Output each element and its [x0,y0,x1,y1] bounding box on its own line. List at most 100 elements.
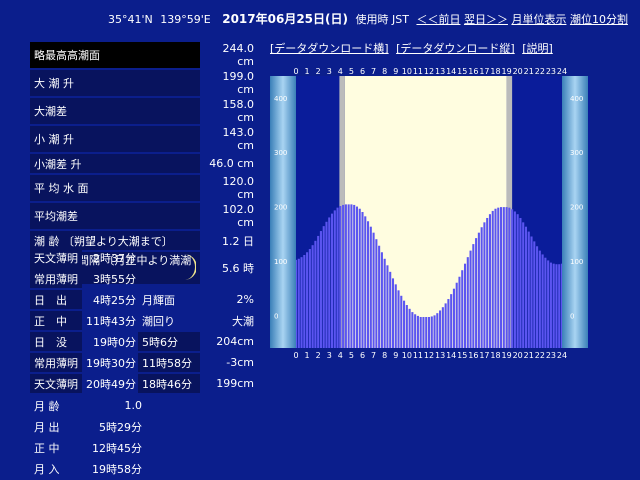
x-tick-label: 16 [468,351,478,360]
tide-bar [477,232,480,348]
tide-10div-link[interactable]: 潮位10分割 [570,13,628,26]
tide-event-row: 18時46分 199cm [138,374,258,393]
tide-bar [463,263,467,348]
tide-bar [422,316,425,348]
x-tick-label: 6 [360,67,365,76]
tide-info-label: 小潮差 升 [30,154,200,173]
tide-info-label: 略最高高潮面 [30,42,200,68]
sun-time-row: 常用薄明 19時30分 [30,353,140,372]
tide-bar [472,244,475,348]
tide-bar [347,204,350,348]
y-tick-label: 0 [570,312,574,320]
download-horizontal-link[interactable]: [データダウンロード横] [270,42,389,55]
prev-day-link[interactable]: ＜＜前日 [416,13,460,26]
y-tick-label: 100 [570,258,583,266]
tide-bar [516,214,519,348]
sun-time-value: 19時0分 [93,335,136,349]
x-tick-label: 8 [382,67,387,76]
tide-bar [353,204,356,348]
tide-bar [480,227,483,348]
x-tick-label: 18 [490,351,500,360]
sun-time-value: 11時43分 [86,314,136,328]
tide-bar [367,221,370,348]
download-vertical-link[interactable]: [データダウンロード縦] [396,42,515,55]
header-bar: 35°41'N 139°59'E 2017年06月25日(日) 使用時 JST … [108,10,628,27]
x-tick-label: 7 [371,351,376,360]
tide-bar [441,307,444,348]
x-tick-label: 23 [546,351,556,360]
tide-event-level: 204cm [216,335,254,348]
y-tick-label: 200 [570,204,583,212]
tide-event-time: 18時46分 [138,374,200,393]
tide-bar [433,315,436,348]
tide-info-row: 平均潮差 102.0 cm [30,203,260,229]
tide-info-value: 199.0 cm [222,70,255,96]
tide-bar [380,252,383,348]
monthly-view-link[interactable]: 月単位表示 [511,13,566,26]
moon-time-label: 正 中 [34,441,60,455]
date-title: 2017年06月25日(日) [222,12,348,26]
moon-time-row: 月 齢 1.0 [30,396,146,415]
tide-bar [361,212,364,348]
tide-bar [491,210,494,348]
tide-bar [328,217,331,348]
sun-time-label: 常用薄明 [30,269,82,288]
tide-bar [378,245,381,348]
tide-bar [308,248,311,348]
tide-bar [355,206,358,348]
tide-event-level: 199cm [216,377,254,390]
tide-chart: 400 400300 300200 200100 1000 0 0 1 2 3 4 5 6 7 8 9 10 1… [270,64,590,360]
tide-bar [336,207,339,348]
sun-time-value: 2時37分 [93,251,136,265]
y-tick-label: 200 [274,204,287,212]
tide-bar [303,254,306,348]
y-tick-label: 300 [570,149,583,157]
y-tick-label: 100 [274,258,287,266]
x-tick-label: 13 [435,351,445,360]
tide-bar [372,232,375,348]
tide-bar [317,235,320,348]
tide-bar [447,299,450,348]
left-scale [270,76,296,348]
tide-info-value: 143.0 cm [222,126,255,152]
tide-bar [397,290,400,348]
tide-info-value: 1.2 日 [222,234,254,248]
x-tick-label: 9 [393,351,398,360]
tide-bar [350,204,353,348]
tide-bar [430,316,433,348]
latitude: 35°41'N [108,13,153,26]
x-tick-label: 16 [468,67,478,76]
tide-bar [408,308,411,348]
moon-time-label: 月 出 [34,420,60,434]
tide-info-label: 小 潮 升 [30,126,200,152]
x-tick-label: 21 [524,67,534,76]
x-tick-label: 2 [316,67,321,76]
y-tick-label: 300 [274,149,287,157]
tide-type-label: 潮回り [142,314,175,328]
x-tick-label: 12 [424,351,434,360]
tide-bar [497,207,500,348]
x-tick-label: 15 [457,67,467,76]
tide-bar [494,208,497,348]
tide-bar [513,211,516,348]
tide-event-time: 5時6分 [138,332,200,351]
x-tick-label: 1 [305,67,310,76]
sun-time-value: 4時25分 [93,293,136,307]
x-tick-label: 7 [371,67,376,76]
help-link[interactable]: [説明] [522,42,553,55]
x-tick-label: 4 [338,67,343,76]
tide-info-row: 小 潮 升 143.0 cm [30,126,260,152]
x-tick-label: 13 [435,67,445,76]
x-tick-label: 6 [360,351,365,360]
tide-bar [333,210,336,348]
tide-bar [306,252,309,348]
tide-bar [461,270,464,348]
moon-phase-value: 2% [236,293,254,306]
tide-bar [541,254,544,348]
tide-bar [538,250,541,348]
next-day-link[interactable]: 翌日＞＞ [464,13,508,26]
tide-bar [502,207,505,348]
sun-time-label: 常用薄明 [30,353,82,372]
moon-time-row: 月 入 19時58分 [30,459,146,478]
tide-info-label: 平 均 水 面 [30,175,200,201]
